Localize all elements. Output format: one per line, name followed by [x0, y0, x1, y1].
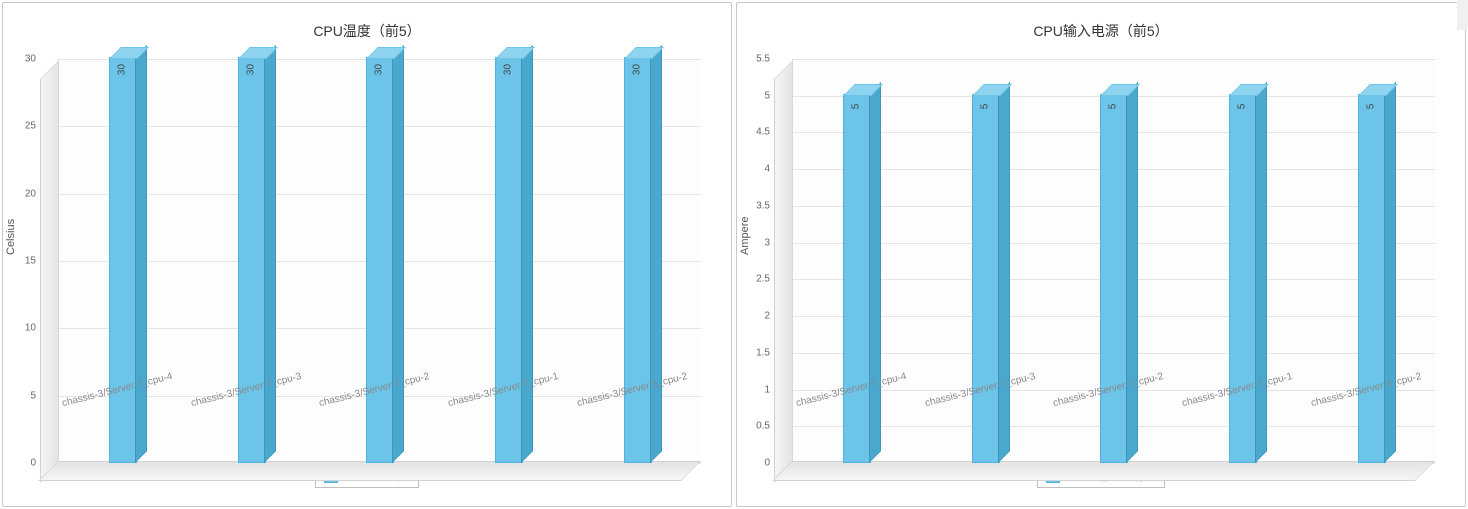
y-tick: 0	[8, 458, 36, 469]
bar-value-label: 5	[1237, 103, 1248, 109]
x-axis-labels: chassis-3/Server 7_cpu-4 chassis-3/Server…	[792, 374, 1435, 444]
bar-value-label: 5	[1108, 103, 1119, 109]
x-tick-label: chassis-3/Server 3_cpu-2	[1362, 375, 1379, 443]
x-tick-label: chassis-3/Server 7_cpu-1	[500, 375, 517, 443]
x-tick-label: chassis-3/Server 7_cpu-2	[371, 375, 388, 443]
y-tick: 4	[742, 164, 770, 175]
y-tick: 0	[742, 458, 770, 469]
bar-value-label: 5	[851, 103, 862, 109]
bar-value-label: 5	[1365, 103, 1376, 109]
x-tick-label: chassis-3/Server 7_cpu-2	[1105, 375, 1122, 443]
y-tick: 10	[8, 323, 36, 334]
y-tick: 20	[8, 188, 36, 199]
bar-value-label: 30	[245, 64, 256, 75]
chart-panel-cpu-temp: CPU温度（前5） Celsius 30 30 30 30 30 0 5 10 15 20 25 3…	[2, 2, 732, 507]
y-tick: 3	[742, 237, 770, 248]
bar-value-label: 30	[117, 64, 128, 75]
x-tick-label: chassis-3/Server 3_cpu-2	[628, 375, 645, 443]
x-tick-label: chassis-3/Server 7_cpu-4	[114, 375, 131, 443]
y-tick: 30	[8, 54, 36, 65]
y-tick: 15	[8, 256, 36, 267]
plot-floor	[38, 461, 701, 481]
y-tick: 0.5	[742, 421, 770, 432]
bar-value-label: 5	[979, 103, 990, 109]
y-tick: 5	[8, 390, 36, 401]
dashboard-container: CPU温度（前5） Celsius 3030303030 05101520253…	[0, 0, 1468, 509]
y-axis-label: Celsius	[5, 218, 17, 254]
bar-value-label: 30	[631, 64, 642, 75]
y-tick: 5	[742, 90, 770, 101]
chart-panel-cpu-power: CPU输入电源（前5） Ampere 5 5 5 5 5 0 0.5 1 1.5 2 2.5 3 3.…	[736, 2, 1466, 507]
bar-value-label: 30	[503, 64, 514, 75]
y-axis-label: Ampere	[739, 216, 751, 255]
x-tick-label: chassis-3/Server 7_cpu-4	[848, 375, 865, 443]
x-tick-label: chassis-3/Server 7_cpu-3	[242, 375, 259, 443]
y-tick: 25	[8, 121, 36, 132]
chart-title: CPU温度（前5）	[3, 3, 731, 49]
y-tick: 5.5	[742, 54, 770, 65]
y-tick: 1	[742, 384, 770, 395]
plot-sidewall	[40, 59, 60, 483]
x-tick-label: chassis-3/Server 7_cpu-3	[976, 375, 993, 443]
plot-floor	[772, 461, 1435, 481]
chart-title: CPU输入电源（前5）	[737, 3, 1465, 49]
x-tick-label: chassis-3/Server 7_cpu-1	[1234, 375, 1251, 443]
x-axis-labels: chassis-3/Server 7_cpu-4 chassis-3/Server…	[58, 374, 701, 444]
y-tick: 4.5	[742, 127, 770, 138]
y-tick: 1.5	[742, 347, 770, 358]
y-tick: 2	[742, 311, 770, 322]
bar-value-label: 30	[374, 64, 385, 75]
scrollbar[interactable]	[1457, 0, 1468, 30]
y-tick: 2.5	[742, 274, 770, 285]
y-tick: 3.5	[742, 200, 770, 211]
plot-sidewall	[774, 59, 794, 483]
